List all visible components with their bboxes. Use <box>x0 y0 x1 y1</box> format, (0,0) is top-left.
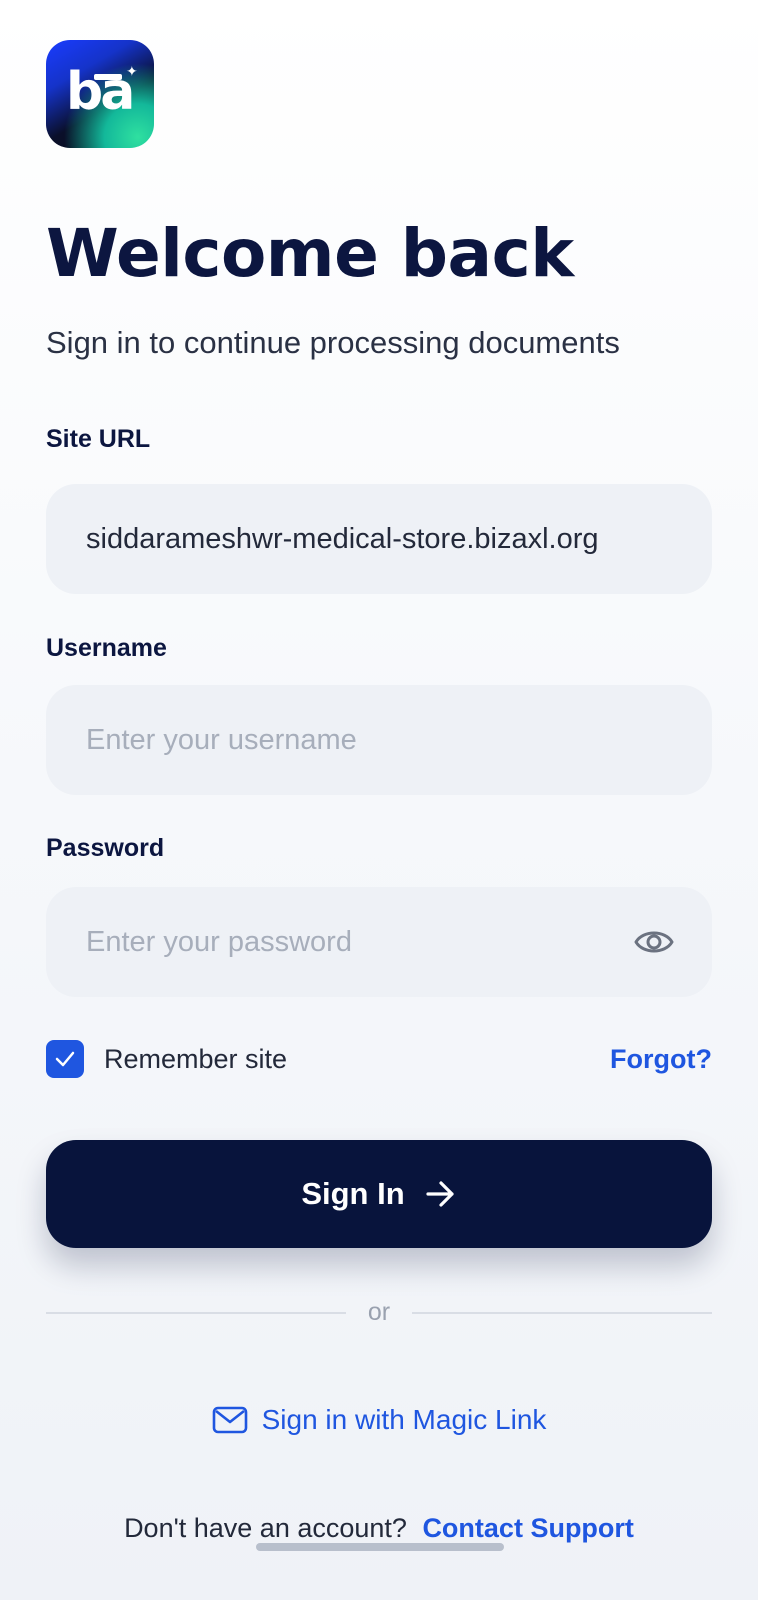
password-label: Password <box>46 834 165 862</box>
sign-in-label: Sign In <box>301 1176 405 1211</box>
password-field[interactable]: Enter your password <box>46 887 712 997</box>
magic-link-button[interactable]: Sign in with Magic Link <box>0 1398 758 1442</box>
checkmark-icon <box>55 1051 75 1067</box>
home-indicator <box>256 1543 504 1551</box>
mail-icon <box>212 1406 247 1434</box>
sparkle-icon: ✦ <box>126 63 138 79</box>
footer-text: Don't have an account? <box>124 1513 407 1543</box>
username-field[interactable]: Enter your username <box>46 685 712 795</box>
username-placeholder: Enter your username <box>86 724 357 756</box>
site-url-field[interactable]: siddarameshwr-medical-store.bizaxl.org <box>46 484 712 594</box>
remember-checkbox[interactable] <box>46 1040 84 1078</box>
footer: Don't have an account? Contact Support <box>0 1508 758 1548</box>
password-placeholder: Enter your password <box>86 926 352 958</box>
divider-right <box>412 1312 712 1314</box>
page-subtitle: Sign in to continue processing documents <box>46 325 620 360</box>
app-logo: ba ✦ <box>46 40 154 148</box>
divider-or: or <box>367 1298 391 1326</box>
contact-support-link[interactable]: Contact Support <box>422 1513 633 1543</box>
site-url-label: Site URL <box>46 425 151 453</box>
username-label: Username <box>46 634 167 662</box>
sign-in-button[interactable]: Sign In <box>46 1140 712 1248</box>
divider-left <box>46 1312 346 1314</box>
eye-icon[interactable] <box>634 925 674 959</box>
forgot-password-link[interactable]: Forgot? <box>610 1040 712 1078</box>
page-title: Welcome back <box>46 215 574 292</box>
arrow-right-icon <box>426 1181 454 1207</box>
remember-site-toggle[interactable]: Remember site <box>46 1040 287 1078</box>
site-url-value: siddarameshwr-medical-store.bizaxl.org <box>86 523 599 555</box>
magic-link-label: Sign in with Magic Link <box>261 1404 547 1435</box>
remember-site-label: Remember site <box>104 1044 288 1074</box>
